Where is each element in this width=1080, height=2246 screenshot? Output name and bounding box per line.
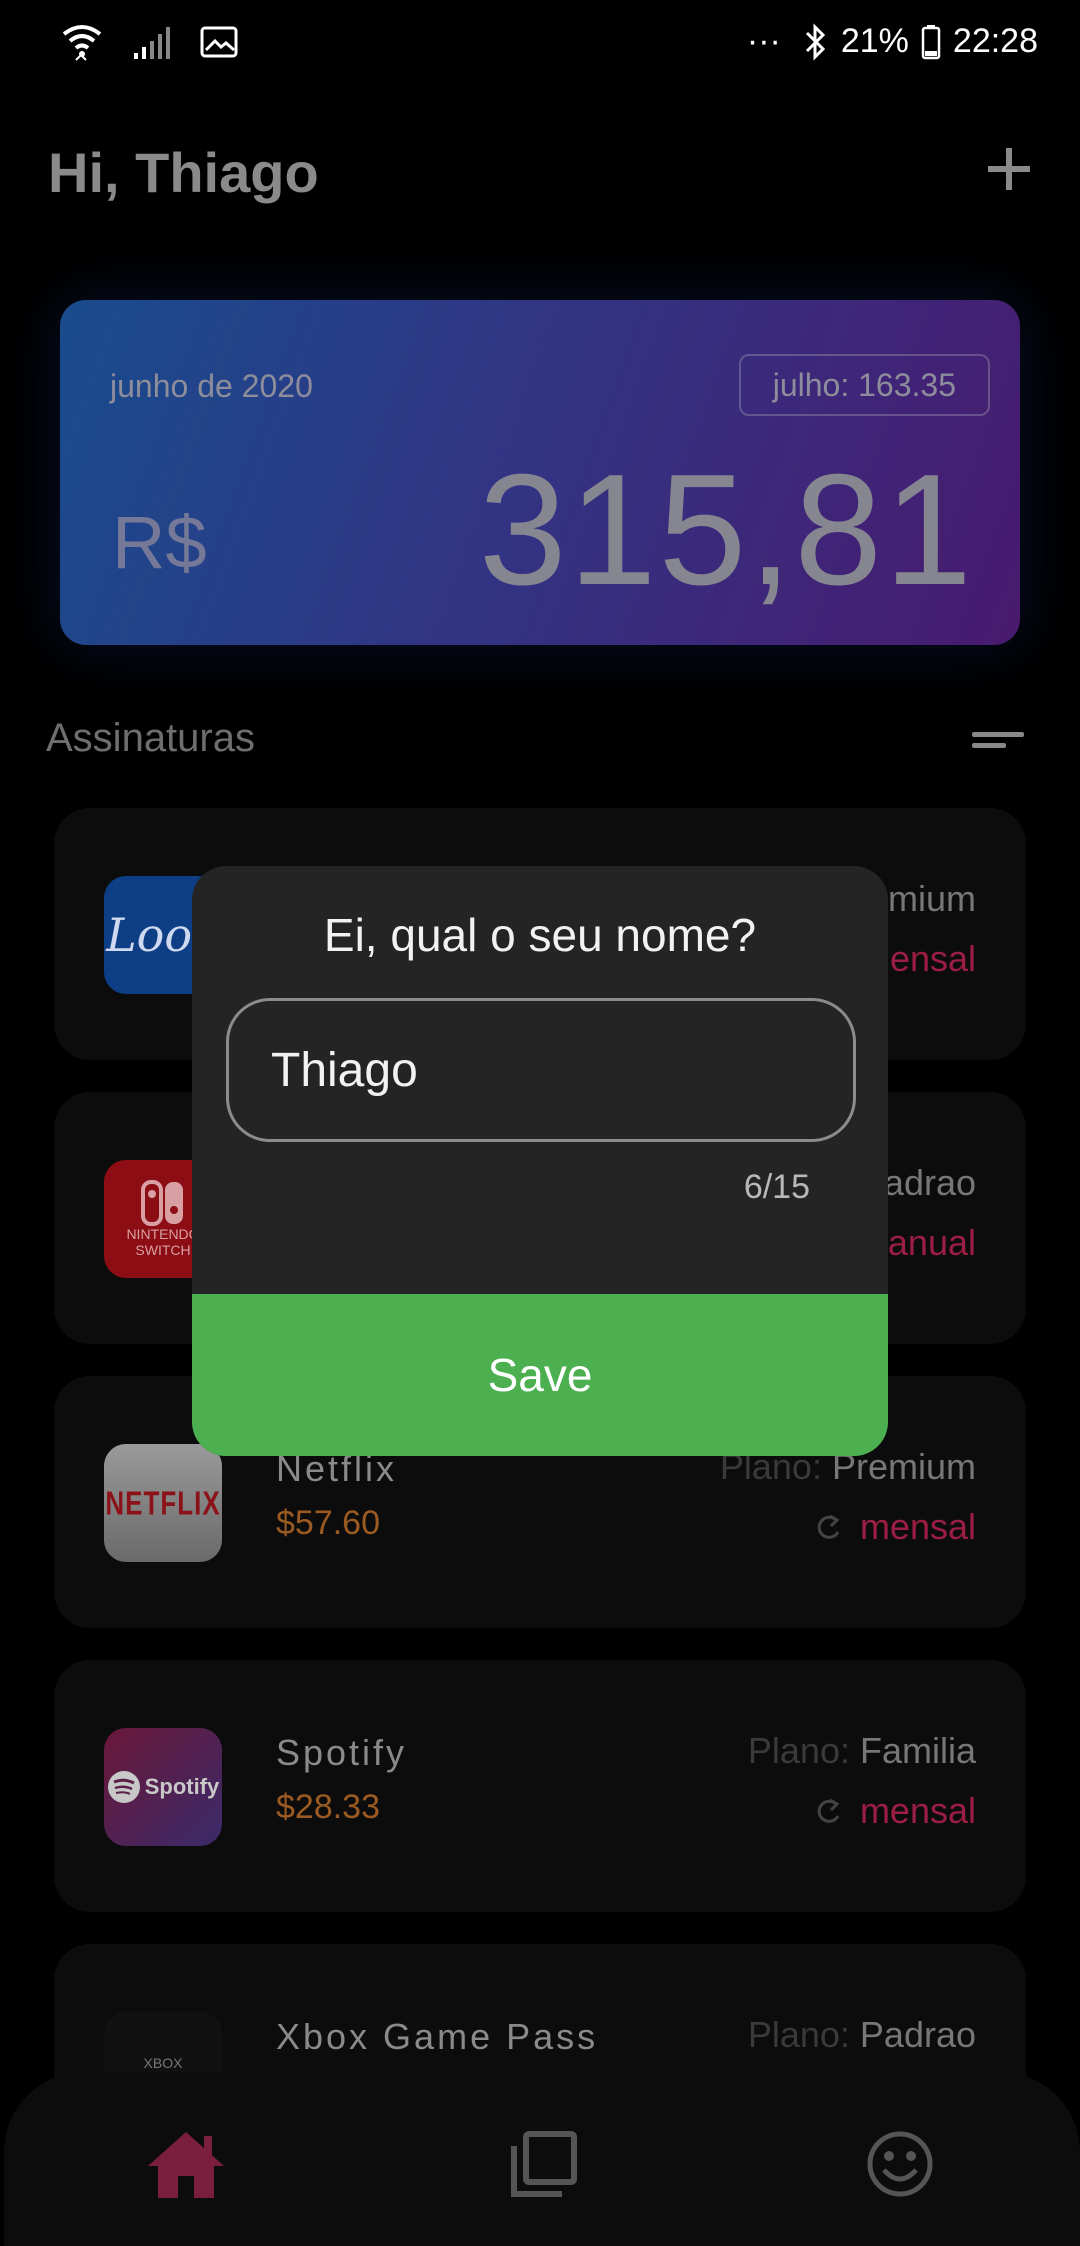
name-dialog: Ei, qual o seu nome? 6/15 Save [192, 866, 888, 1456]
name-input[interactable] [226, 998, 856, 1142]
dialog-title: Ei, qual o seu nome? [323, 909, 757, 961]
character-counter: 6/15 [743, 1168, 810, 1206]
save-button[interactable]: Save [192, 1294, 888, 1456]
